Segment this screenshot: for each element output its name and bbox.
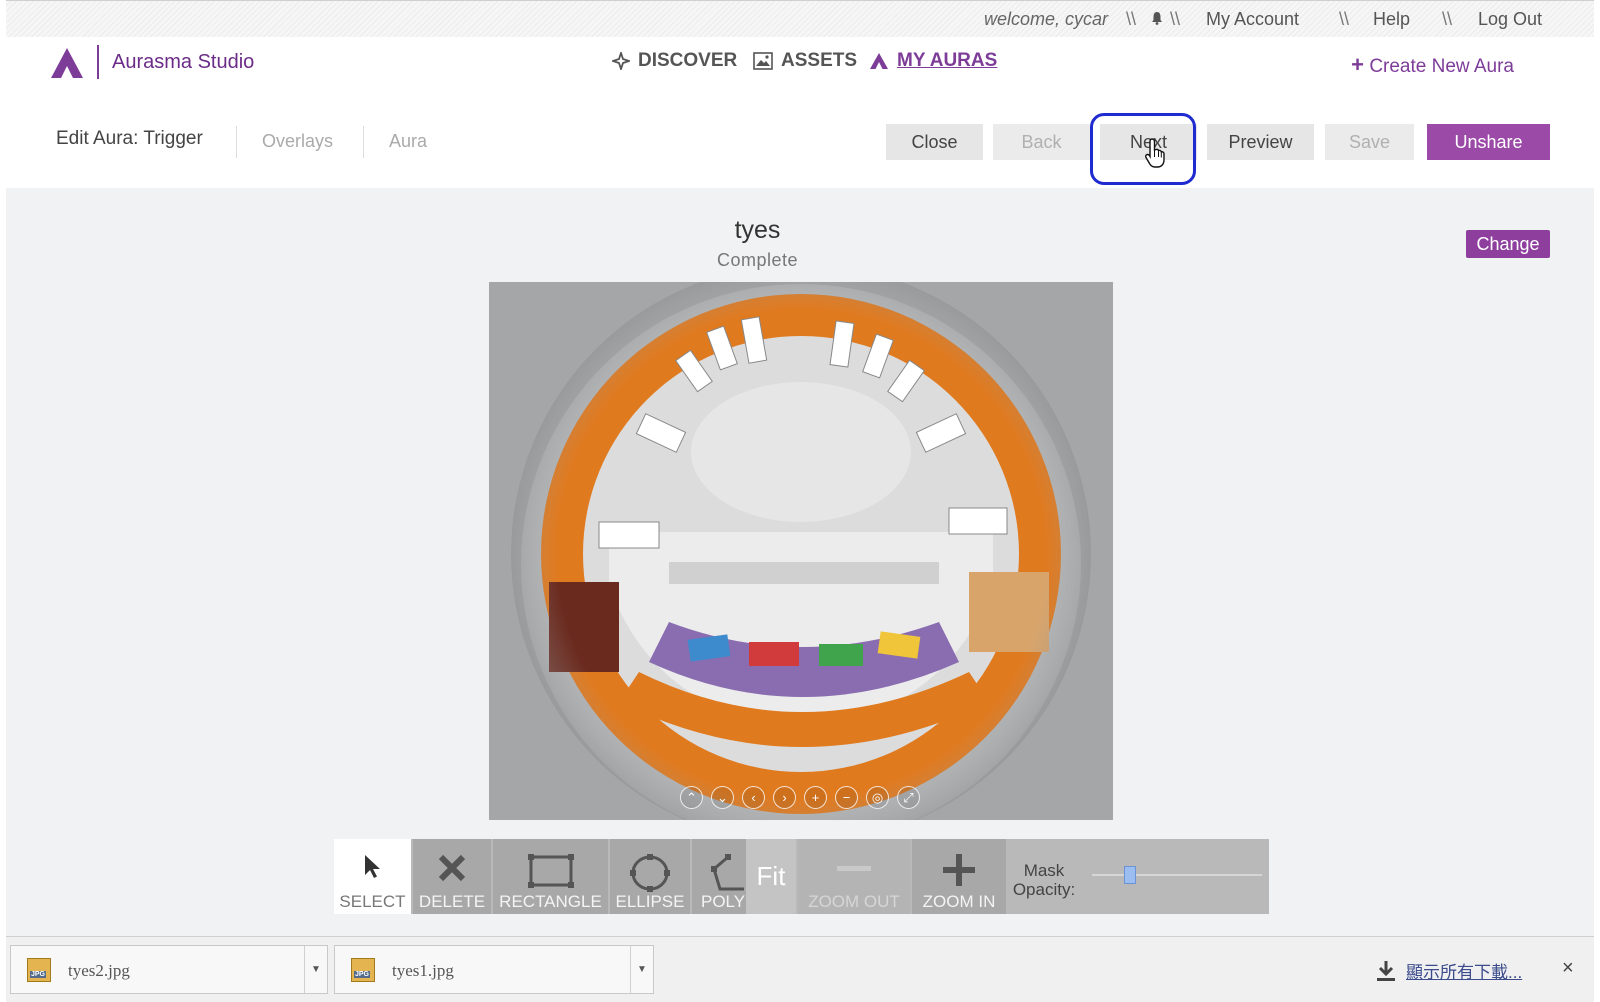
show-all-downloads-link[interactable]: 顯示所有下載... bbox=[1406, 958, 1522, 983]
trigger-image[interactable] bbox=[489, 282, 1113, 820]
top-utility-bar: welcome, cycar \\ \\ My Account \\ Help … bbox=[6, 0, 1594, 37]
jpg-file-icon: JPG bbox=[351, 958, 375, 982]
compass-icon bbox=[612, 52, 630, 70]
mask-opacity-slider-handle[interactable] bbox=[1123, 866, 1136, 884]
nav-my-auras[interactable]: MY AURAS bbox=[869, 50, 997, 72]
create-new-aura-link[interactable]: + Create New Aura bbox=[1351, 52, 1514, 78]
delete-tool[interactable]: DELETE bbox=[413, 839, 491, 914]
zoom-out-label: ZOOM OUT bbox=[808, 892, 900, 911]
mask-opacity-slider[interactable] bbox=[1092, 874, 1262, 876]
ellipse-label: ELLIPSE bbox=[615, 892, 685, 911]
separator: \\ bbox=[1442, 9, 1453, 29]
aura-title: tyes bbox=[734, 216, 781, 244]
logo-divider bbox=[97, 45, 99, 79]
step-trigger[interactable]: Trigger bbox=[143, 128, 202, 149]
zoom-in-tool[interactable]: ZOOM IN bbox=[912, 839, 1006, 914]
my-account-link[interactable]: My Account bbox=[1206, 9, 1299, 30]
rectangle-label: RECTANGLE bbox=[499, 892, 602, 911]
back-button[interactable]: Back bbox=[993, 124, 1090, 160]
image-controls: ⌃ ⌄ ‹ › + − ◎ ⤢ bbox=[680, 786, 920, 809]
step-overlays[interactable]: Overlays bbox=[262, 131, 333, 152]
zoom-out-icon[interactable]: − bbox=[835, 786, 858, 809]
step-divider bbox=[236, 126, 237, 158]
welcome-text: welcome, cycar bbox=[984, 9, 1109, 29]
save-button[interactable]: Save bbox=[1325, 124, 1414, 160]
fisheye-room-photo bbox=[489, 282, 1113, 820]
download-icon bbox=[1377, 961, 1395, 981]
download-filename: tyes2.jpg bbox=[68, 961, 130, 980]
pan-down-icon[interactable]: ⌄ bbox=[711, 786, 734, 809]
fit-button[interactable]: Fit bbox=[746, 839, 796, 914]
nav-assets[interactable]: ASSETS bbox=[753, 50, 857, 72]
unshare-button[interactable]: Unshare bbox=[1427, 124, 1550, 160]
download-filename: tyes1.jpg bbox=[392, 961, 454, 980]
ellipse-tool[interactable]: ELLIPSE bbox=[610, 839, 690, 914]
plus-icon: + bbox=[1351, 52, 1365, 77]
pan-right-icon[interactable]: › bbox=[773, 786, 796, 809]
brand-name[interactable]: Aurasma Studio bbox=[112, 51, 254, 74]
mask-toolbar: SELECT DELETE RECTANGLE ELLIPSE POLY Fit bbox=[334, 839, 1269, 914]
nav-label: ASSETS bbox=[781, 50, 858, 71]
polygon-icon bbox=[711, 854, 744, 891]
mask-opacity-label: Mask Opacity: bbox=[1012, 861, 1076, 899]
notification-bell-icon[interactable] bbox=[1151, 9, 1163, 30]
download-item[interactable]: JPG tyes1.jpg ▼ bbox=[334, 945, 654, 994]
create-new-aura-label: Create New Aura bbox=[1369, 56, 1514, 77]
aura-status: Complete bbox=[716, 250, 799, 270]
edit-prefix: Edit Aura: bbox=[56, 128, 139, 149]
rectangle-tool[interactable]: RECTANGLE bbox=[493, 839, 608, 914]
nav-label: MY AURAS bbox=[897, 50, 998, 71]
chevron-down-icon[interactable]: ▼ bbox=[630, 946, 653, 993]
change-trigger-button[interactable]: Change bbox=[1466, 230, 1550, 258]
select-tool[interactable]: SELECT bbox=[334, 839, 411, 914]
nav-discover[interactable]: DISCOVER bbox=[612, 50, 737, 72]
log-out-link[interactable]: Log Out bbox=[1478, 9, 1542, 30]
step-aura[interactable]: Aura bbox=[389, 131, 427, 152]
preview-button[interactable]: Preview bbox=[1207, 124, 1314, 160]
help-link[interactable]: Help bbox=[1373, 9, 1410, 30]
zoom-in-icon[interactable]: + bbox=[804, 786, 827, 809]
reset-view-icon[interactable]: ◎ bbox=[866, 786, 889, 809]
polygon-tool[interactable]: POLY bbox=[692, 839, 746, 914]
nav-label: DISCOVER bbox=[638, 50, 738, 71]
close-button[interactable]: Close bbox=[886, 124, 983, 160]
pan-left-icon[interactable]: ‹ bbox=[742, 786, 765, 809]
minus-icon bbox=[837, 866, 871, 871]
delete-label: DELETE bbox=[418, 892, 486, 911]
separator: \\ bbox=[1339, 9, 1350, 29]
select-label: SELECT bbox=[339, 892, 406, 911]
zoom-out-tool[interactable]: ZOOM OUT bbox=[798, 839, 910, 914]
zoom-in-label: ZOOM IN bbox=[922, 892, 996, 911]
edit-aura-label: Edit Aura: Trigger bbox=[56, 128, 203, 150]
aurasma-logo-icon bbox=[870, 53, 888, 69]
download-item[interactable]: JPG tyes2.jpg ▼ bbox=[10, 945, 328, 994]
separator: \\ bbox=[1170, 9, 1181, 29]
aurasma-logo-icon[interactable] bbox=[50, 47, 84, 79]
arrow-cursor-icon bbox=[364, 855, 380, 878]
fullscreen-icon[interactable]: ⤢ bbox=[897, 786, 920, 809]
rectangle-icon bbox=[527, 854, 574, 888]
close-icon bbox=[438, 854, 466, 882]
step-divider bbox=[363, 126, 364, 158]
hand-cursor-icon bbox=[1144, 138, 1165, 168]
pan-up-icon[interactable]: ⌃ bbox=[680, 786, 703, 809]
ellipse-icon bbox=[630, 854, 670, 892]
chevron-down-icon[interactable]: ▼ bbox=[304, 946, 327, 993]
image-icon bbox=[753, 52, 773, 70]
polygon-label: POLY bbox=[701, 892, 746, 911]
plus-icon bbox=[943, 854, 975, 886]
separator: \\ bbox=[1126, 9, 1137, 29]
jpg-file-icon: JPG bbox=[27, 958, 51, 982]
close-download-bar-icon[interactable]: × bbox=[1562, 957, 1574, 980]
